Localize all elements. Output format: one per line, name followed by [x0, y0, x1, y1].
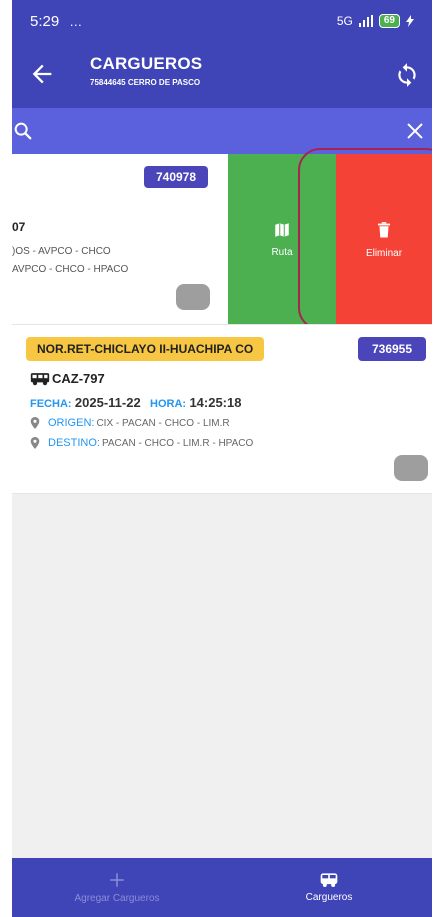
id-badge: 736955 — [358, 337, 426, 361]
fecha-value: 2025-11-22 — [74, 395, 141, 410]
back-arrow-icon[interactable] — [28, 60, 56, 88]
delete-button[interactable]: Eliminar — [336, 154, 432, 324]
map-icon — [275, 222, 289, 237]
close-icon[interactable] — [404, 120, 426, 142]
truck-icon — [30, 372, 50, 385]
battery-indicator: 69 — [378, 14, 400, 28]
carguero-list: 740978 07 )OS - AVPCO - CHCO AVPCO - CHC… — [12, 148, 432, 858]
hora-value: 14:25:18 — [189, 395, 242, 410]
refresh-icon[interactable] — [394, 62, 420, 88]
ruta-button[interactable]: Ruta — [228, 154, 336, 324]
signal-icon — [358, 15, 373, 27]
search-bar[interactable] — [12, 108, 432, 154]
status-pill[interactable] — [394, 455, 428, 481]
location-pin-icon — [30, 417, 40, 429]
ruta-label: Ruta — [271, 246, 293, 258]
status-time: 5:29 — [30, 12, 60, 30]
plate-row: CAZ-797 — [30, 371, 105, 386]
search-icon[interactable] — [12, 120, 34, 142]
bottom-navigation: Agregar Cargueros Cargueros — [12, 858, 432, 917]
id-badge: 740978 — [144, 166, 208, 188]
list-item[interactable]: 740978 07 )OS - AVPCO - CHCO AVPCO - CHC… — [12, 154, 228, 324]
origin-fragment: )OS - AVPCO - CHCO — [12, 246, 111, 257]
page-title: CARGUEROS — [90, 54, 203, 73]
list-item[interactable]: NOR.RET-CHICLAYO II-HUACHIPA CO 736955 C… — [12, 324, 432, 494]
status-icons: 5G 69 — [337, 14, 414, 28]
nav-cargueros-label: Cargueros — [305, 892, 353, 903]
page-subtitle: 75844645 CERRO DE PASCO — [90, 78, 201, 87]
eliminar-label: Eliminar — [365, 247, 403, 259]
origen-row: ORIGEN: CIX - PACAN - CHCO - LIM.R — [30, 417, 230, 429]
charging-icon — [406, 15, 414, 27]
destino-value: PACAN - CHCO - LIM.R - HPACO — [101, 437, 254, 449]
hora-label: HORA: — [150, 398, 187, 410]
destino-row: DESTINO: PACAN - CHCO - LIM.R - HPACO — [30, 437, 253, 449]
status-bar: 5:29 … 5G 69 — [12, 0, 432, 42]
network-label: 5G — [336, 14, 353, 28]
nav-add-label: Agregar Cargueros — [74, 893, 160, 904]
plate-number: CAZ-797 — [52, 371, 105, 386]
notification-dots: … — [69, 13, 84, 29]
date-row: FECHA: 2025-11-22 HORA: 14:25:18 — [30, 395, 241, 410]
origen-label: ORIGEN: — [48, 417, 95, 429]
fecha-label: FECHA: — [30, 398, 72, 410]
destino-label: DESTINO: — [48, 437, 100, 449]
app-bar: CARGUEROS 75844645 CERRO DE PASCO — [12, 42, 432, 108]
trash-icon — [378, 221, 390, 237]
nav-cargueros[interactable]: Cargueros — [264, 858, 394, 917]
bus-icon — [320, 873, 338, 887]
plate-fragment: 07 — [12, 220, 26, 234]
route-name-badge: NOR.RET-CHICLAYO II-HUACHIPA CO — [26, 337, 265, 361]
nav-add-cargueros[interactable]: Agregar Cargueros — [52, 858, 182, 917]
location-pin-icon — [30, 437, 40, 449]
status-pill[interactable] — [176, 284, 210, 310]
origen-value: CIX - PACAN - CHCO - LIM.R — [96, 417, 230, 429]
app-screen: 5:29 … 5G 69 CARGUEROS 75844645 CERRO DE… — [12, 0, 432, 917]
destination-fragment: AVPCO - CHCO - HPACO — [12, 264, 129, 275]
plus-icon — [110, 873, 124, 887]
